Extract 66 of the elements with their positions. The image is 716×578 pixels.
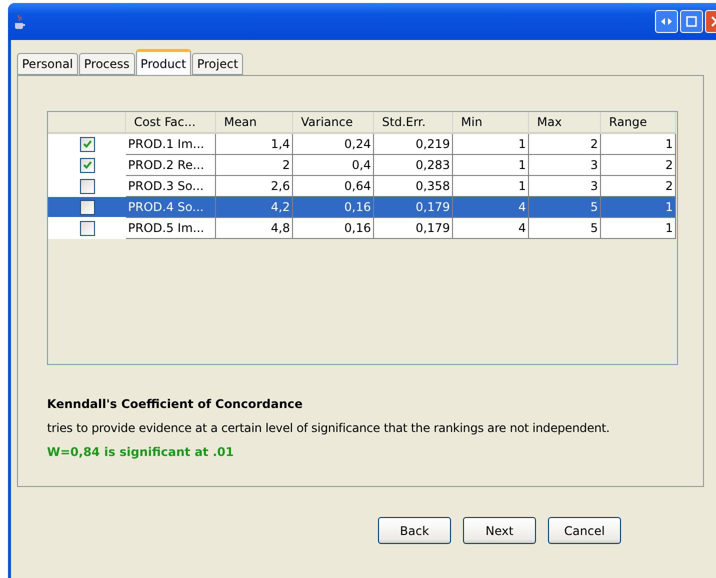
description-text: tries to provide evidence at a certain level of significance that the rankings are not independent. bbox=[47, 421, 611, 435]
table-cell: PROD.3 So... bbox=[126, 176, 216, 197]
result-text: W=0,84 is significant at .01 bbox=[47, 445, 235, 459]
table-cell: 2,6 bbox=[216, 176, 293, 197]
table-cell: 3 bbox=[529, 155, 601, 176]
tab[interactable]: Product bbox=[136, 49, 192, 75]
arrows-icon bbox=[661, 17, 672, 26]
minimize-button[interactable] bbox=[680, 10, 703, 33]
table-cell: PROD.1 Im... bbox=[126, 134, 216, 155]
table-cell: 0,179 bbox=[374, 218, 453, 239]
checkbox[interactable] bbox=[80, 200, 94, 214]
table-row-selector[interactable] bbox=[48, 197, 126, 218]
column-header[interactable]: Variance bbox=[293, 112, 374, 134]
table-cell: 0,283 bbox=[374, 155, 453, 176]
table-cell: PROD.5 Im... bbox=[126, 218, 216, 239]
restore-button[interactable] bbox=[655, 10, 678, 33]
tab[interactable]: Process bbox=[79, 53, 135, 75]
table-cell: 3 bbox=[529, 176, 601, 197]
table-cell: 5 bbox=[529, 218, 601, 239]
table-cell: 4,8 bbox=[216, 218, 293, 239]
table-cell: 2 bbox=[529, 134, 601, 155]
table-cell: PROD.2 Re... bbox=[126, 155, 216, 176]
column-header[interactable]: Mean bbox=[216, 112, 293, 134]
table-cell: 1 bbox=[453, 134, 529, 155]
checkbox[interactable] bbox=[80, 220, 94, 236]
checkbox[interactable] bbox=[80, 158, 94, 172]
check-icon bbox=[82, 140, 92, 148]
column-header[interactable]: Cost Fac... bbox=[126, 112, 216, 134]
table-cell: 5 bbox=[529, 197, 601, 218]
checkbox[interactable] bbox=[80, 136, 94, 152]
dialog-button[interactable]: Cancel bbox=[548, 517, 621, 544]
tab[interactable]: Project bbox=[192, 53, 244, 75]
table-cell: 1 bbox=[601, 218, 676, 239]
table-cell: 0,358 bbox=[374, 176, 453, 197]
table-cell: 0,24 bbox=[293, 134, 374, 155]
table-cell: 1 bbox=[601, 134, 676, 155]
table-cell: 2 bbox=[601, 176, 676, 197]
checkbox[interactable] bbox=[80, 178, 94, 194]
table-cell: 0,64 bbox=[293, 176, 374, 197]
check-icon bbox=[82, 161, 92, 169]
column-header[interactable]: Max bbox=[529, 112, 601, 134]
table-cell: 4 bbox=[453, 197, 529, 218]
table-cell: 0,16 bbox=[293, 197, 374, 218]
tab[interactable]: Personal bbox=[17, 53, 78, 75]
table-cell: 0,179 bbox=[374, 197, 453, 218]
table-cell: 0,219 bbox=[374, 134, 453, 155]
dialog-button[interactable]: Back bbox=[378, 517, 451, 544]
column-header[interactable]: Range bbox=[601, 112, 676, 134]
table-cell: 2 bbox=[601, 155, 676, 176]
table-cell: 0,4 bbox=[293, 155, 374, 176]
column-header[interactable]: Std.Err. bbox=[374, 112, 453, 134]
table-cell: 1 bbox=[453, 176, 529, 197]
section-heading: Kenndall's Coefficient of Concordance bbox=[47, 397, 304, 411]
table-cell: 1 bbox=[453, 155, 529, 176]
table-cell: 4 bbox=[453, 218, 529, 239]
table-cell: 2 bbox=[216, 155, 293, 176]
table-row-selector[interactable] bbox=[48, 218, 126, 239]
window-icon bbox=[686, 16, 697, 27]
table-cell: 0,16 bbox=[293, 218, 374, 239]
dialog-button[interactable]: Next bbox=[463, 517, 536, 544]
table-cell: 4,2 bbox=[216, 197, 293, 218]
table-cell: 1,4 bbox=[216, 134, 293, 155]
coffee-cup-icon bbox=[13, 14, 27, 30]
column-header[interactable]: Min bbox=[453, 112, 529, 134]
table-cell: PROD.4 So... bbox=[126, 197, 216, 218]
table-cell: 1 bbox=[601, 197, 676, 218]
